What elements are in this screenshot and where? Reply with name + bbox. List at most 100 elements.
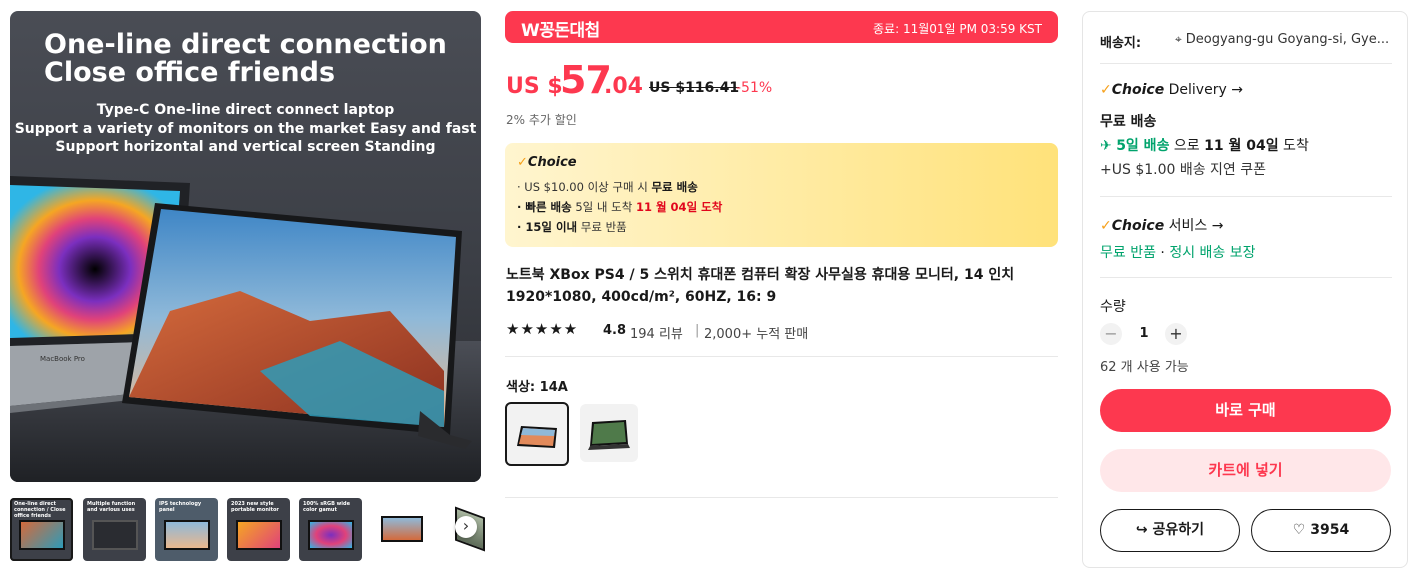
checkmark-icon: ✓ bbox=[1100, 218, 1112, 234]
fast-delivery: ✈ 5일 배송 으로 11 월 04일 도착 bbox=[1100, 135, 1309, 155]
divider bbox=[505, 356, 1058, 357]
swatch-image bbox=[588, 420, 630, 450]
thumbnail-6[interactable] bbox=[371, 498, 434, 561]
banner-subtitle: Type-C One-line direct connect laptop Su… bbox=[10, 101, 481, 157]
laptop-brand-label: MacBook Pro bbox=[40, 355, 85, 363]
banner-headline-line2: Close office friends bbox=[44, 57, 336, 88]
buy-now-button[interactable]: 바로 구매 bbox=[1100, 389, 1391, 432]
promo-end-time: 종료: 11월01일 PM 03:59 KST bbox=[873, 22, 1042, 36]
sold-count: 2,000+ 누적 판매 bbox=[704, 327, 809, 342]
choice-delivery-link[interactable]: ✓Choice Delivery → bbox=[1100, 82, 1243, 98]
promo-banner[interactable]: W꽁돈대첩 종료: 11월01일 PM 03:59 KST bbox=[505, 11, 1058, 43]
quantity-increase-button[interactable]: + bbox=[1165, 323, 1187, 345]
ship-to-address-text: Deogyang-gu Goyang-si, Gye... bbox=[1185, 32, 1390, 47]
choice-line-2: · 빠른 배송 5일 내 도착 11 월 04일 도착 bbox=[517, 199, 722, 215]
divider: | bbox=[695, 323, 700, 338]
share-icon: ↪ bbox=[1135, 522, 1153, 538]
ship-to-address[interactable]: ⌖ Deogyang-gu Goyang-si, Gye... bbox=[1175, 32, 1389, 47]
discount-badge: -51% bbox=[736, 80, 773, 96]
divider bbox=[1100, 196, 1392, 197]
wishlist-count: 3954 bbox=[1310, 522, 1350, 538]
swatch-image bbox=[517, 426, 557, 448]
choice-service-link[interactable]: ✓Choice 서비스 → bbox=[1100, 215, 1223, 235]
choice-line-2-date: 11 월 04일 도착 bbox=[635, 200, 723, 214]
thumbnail-image bbox=[164, 520, 210, 550]
color-swatch-alt[interactable] bbox=[580, 404, 638, 462]
choice-benefits-box: ✓Choice · US $10.00 이상 구매 시 무료 배송 · 빠른 배… bbox=[505, 143, 1058, 247]
thumbnail-5[interactable]: 100% sRGB wide color gamut bbox=[299, 498, 362, 561]
star-rating-icon[interactable]: ★★★★★ bbox=[506, 320, 578, 338]
thumbnail-strip: One-line direct connection / Close offic… bbox=[10, 498, 506, 562]
choice-title: ✓Choice bbox=[517, 155, 577, 170]
original-price: US $116.41 bbox=[649, 80, 740, 96]
banner-headline-line1: One-line direct connection bbox=[44, 29, 447, 60]
choice-line-2-bold: · 빠른 배송 bbox=[517, 200, 572, 214]
thumbnail-image bbox=[308, 520, 354, 550]
thumbnail-image bbox=[19, 520, 65, 550]
banner-headline: One-line direct connection Close office … bbox=[44, 31, 447, 87]
airplane-icon: ✈ bbox=[1100, 138, 1117, 154]
share-button[interactable]: ↪ 공유하기 bbox=[1100, 509, 1240, 552]
thumbnail-2[interactable]: Multiple function and various uses bbox=[83, 498, 146, 561]
quantity-label: 수량 bbox=[1100, 299, 1126, 315]
banner-subtitle-line1: Type-C One-line direct connect laptop bbox=[96, 102, 395, 118]
thumbnail-4[interactable]: 2023 new style portable monitor bbox=[227, 498, 290, 561]
choice-line-3-text: 무료 반품 bbox=[577, 220, 627, 234]
fast-delivery-suffix: 도착 bbox=[1278, 138, 1309, 154]
choice-word: Choice bbox=[1111, 82, 1165, 98]
dot-separator: · bbox=[1155, 245, 1170, 261]
price-currency: US $ bbox=[506, 74, 563, 99]
choice-word: Choice bbox=[1111, 218, 1165, 234]
color-label: 색상: 14A bbox=[506, 380, 568, 395]
quantity-value[interactable]: 1 bbox=[1139, 326, 1149, 341]
choice-line-3-bold: · 15일 이내 bbox=[517, 220, 578, 234]
product-title: 노트북 XBox PS4 / 5 스위치 휴대폰 컴퓨터 확장 사무실용 휴대용… bbox=[506, 267, 1015, 305]
price-decimal: .04 bbox=[604, 74, 643, 99]
thumbnail-caption: 100% sRGB wide color gamut bbox=[303, 501, 350, 513]
thumbnail-caption: Multiple function and various uses bbox=[87, 501, 136, 513]
heart-icon: ♡ bbox=[1292, 522, 1311, 538]
quantity-decrease-button[interactable]: − bbox=[1100, 323, 1122, 345]
promo-logo: W꽁돈대첩 bbox=[521, 21, 600, 41]
purchase-panel: 배송지: ⌖ Deogyang-gu Goyang-si, Gye... ✓Cho… bbox=[1082, 11, 1408, 568]
checkmark-icon: ✓ bbox=[517, 155, 528, 170]
service-benefits: 무료 반품 · 정시 배송 보장 bbox=[1100, 242, 1256, 262]
thumbnail-image bbox=[92, 520, 138, 550]
banner-subtitle-line3: Support horizontal and vertical screen S… bbox=[55, 139, 436, 155]
thumbnail-1[interactable]: One-line direct connection / Close offic… bbox=[10, 498, 73, 561]
extra-discount: 2% 추가 할인 bbox=[506, 113, 577, 127]
on-time-guarantee: 정시 배송 보장 bbox=[1169, 245, 1256, 261]
choice-title-text: Choice bbox=[527, 155, 577, 170]
choice-line-1-bold: 무료 배송 bbox=[651, 180, 698, 194]
delivery-label: Delivery → bbox=[1164, 82, 1243, 98]
thumbnail-image bbox=[236, 520, 282, 550]
choice-line-1: · US $10.00 이상 구매 시 무료 배송 bbox=[517, 179, 698, 195]
checkmark-icon: ✓ bbox=[1100, 82, 1112, 98]
add-to-cart-button[interactable]: 카트에 넣기 bbox=[1100, 449, 1391, 492]
delay-coupon: +US $1.00 배송 지연 쿠폰 bbox=[1100, 162, 1267, 178]
color-swatch-14a[interactable] bbox=[505, 402, 569, 466]
thumbnail-caption: One-line direct connection / Close offic… bbox=[14, 501, 66, 519]
wishlist-button[interactable]: ♡ 3954 bbox=[1251, 509, 1391, 552]
review-count-link[interactable]: 194 리뷰 bbox=[630, 323, 683, 342]
chevron-right-icon[interactable]: › bbox=[455, 516, 477, 538]
ship-to-label: 배송지: bbox=[1100, 36, 1142, 51]
fast-delivery-days: 5일 배송 bbox=[1116, 138, 1170, 154]
thumbnail-image bbox=[381, 516, 423, 542]
share-label: 공유하기 bbox=[1152, 522, 1205, 538]
choice-line-1-text: · US $10.00 이상 구매 시 bbox=[517, 180, 652, 194]
divider bbox=[505, 497, 1058, 498]
free-return: 무료 반품 bbox=[1100, 245, 1156, 261]
location-pin-icon: ⌖ bbox=[1175, 32, 1182, 46]
free-shipping: 무료 배송 bbox=[1100, 114, 1157, 130]
fast-delivery-date: 11 월 04일 bbox=[1204, 138, 1279, 154]
thumbnail-caption: IPS technology panel bbox=[159, 501, 202, 513]
thumbnail-3[interactable]: IPS technology panel bbox=[155, 498, 218, 561]
divider bbox=[1100, 277, 1392, 278]
fast-delivery-text: 으로 bbox=[1169, 138, 1205, 154]
service-label: 서비스 → bbox=[1164, 218, 1224, 234]
main-product-image[interactable]: MacBook Pro One-line direct connection C… bbox=[10, 11, 481, 482]
available-stock: 62 개 사용 가능 bbox=[1100, 360, 1189, 375]
divider bbox=[1100, 63, 1392, 64]
thumbnail-caption: 2023 new style portable monitor bbox=[231, 501, 279, 513]
